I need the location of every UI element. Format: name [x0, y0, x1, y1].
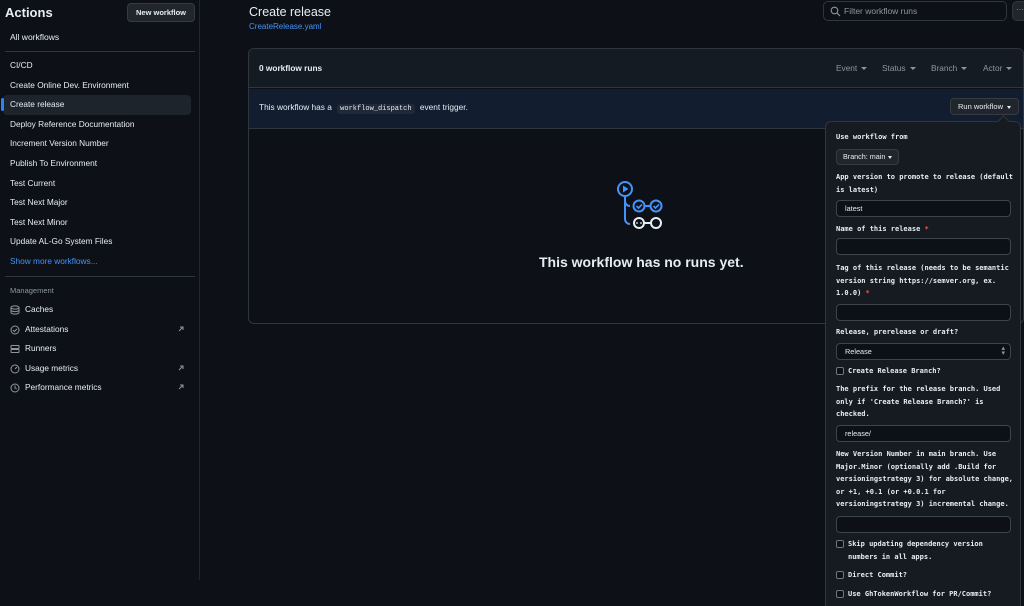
- sidebar-item-test-next-major[interactable]: Test Next Major: [3, 193, 191, 213]
- runs-header: 0 workflow runs Event Status Branch Acto…: [249, 49, 1023, 88]
- checkbox-box[interactable]: [836, 590, 844, 598]
- skip-update-dependencies-label: Skip updating dependency version numbers…: [848, 540, 983, 561]
- required-mark: *: [924, 225, 929, 233]
- sidebar-divider: [5, 276, 195, 277]
- branch-prefix-label: The prefix for the release branch. Used …: [836, 385, 1001, 419]
- checkbox-box[interactable]: [836, 540, 844, 548]
- management-heading: Management: [10, 286, 54, 295]
- database-icon: [10, 305, 20, 315]
- show-more-workflows-link[interactable]: Show more workflows...: [3, 252, 191, 272]
- sidebar-item-attestations[interactable]: Attestations: [3, 320, 191, 340]
- dispatch-message: This workflow has a workflow_dispatch ev…: [259, 102, 468, 114]
- external-link-icon: [178, 365, 184, 371]
- direct-commit-label: Direct Commit?: [848, 571, 908, 579]
- event-filter-dropdown[interactable]: Event: [836, 63, 867, 73]
- status-filter-dropdown[interactable]: Status: [882, 63, 916, 73]
- release-name-label: Name of this release *: [836, 223, 1014, 236]
- sidebar-item-caches[interactable]: Caches: [3, 300, 191, 320]
- skip-update-dependencies-checkbox[interactable]: Skip updating dependency version numbers…: [836, 538, 1014, 563]
- run-workflow-button[interactable]: Run workflow: [950, 98, 1020, 115]
- sidebar-item-label: Attestations: [25, 323, 69, 334]
- chevron-down-icon: [1007, 105, 1012, 109]
- sidebar-item-update-al-go-system-files[interactable]: Update AL-Go System Files: [3, 232, 191, 252]
- app-version-label: App version to promote to release (defau…: [836, 173, 1014, 194]
- branch-select-button[interactable]: Branch: main: [836, 149, 900, 165]
- required-mark: *: [865, 289, 870, 298]
- filter-workflow-runs-input[interactable]: Filter workflow runs: [823, 1, 1007, 21]
- search-icon: [830, 6, 841, 17]
- workflow-file-link[interactable]: CreateRelease.yaml: [249, 22, 321, 31]
- check-circle-icon: [10, 325, 20, 335]
- sidebar-item-test-current[interactable]: Test Current: [3, 174, 191, 194]
- sidebar-item-usage-metrics[interactable]: Usage metrics: [3, 359, 191, 379]
- create-release-branch-label: Create Release Branch?: [848, 367, 941, 375]
- select-arrows-icon: ▴ ▾: [1001, 345, 1005, 357]
- release-type-value: Release: [845, 347, 872, 356]
- branch-select-label: Branch: main: [843, 152, 886, 161]
- page-title: Create release: [249, 5, 331, 19]
- sidebar-title: Actions: [5, 5, 53, 20]
- sidebar-item-publish-to-environment[interactable]: Publish To Environment: [3, 154, 191, 174]
- run-workflow-panel: Use workflow from Branch: main App versi…: [825, 121, 1021, 606]
- release-type-label: Release, prerelease or draft?: [836, 328, 959, 336]
- new-version-label: New Version Number in main branch. Use M…: [836, 450, 1014, 509]
- sidebar-header: Actions New workflow: [5, 3, 195, 23]
- release-name-input[interactable]: [836, 238, 1011, 255]
- new-workflow-button[interactable]: New workflow: [126, 3, 195, 22]
- checkbox-box[interactable]: [836, 367, 844, 375]
- branch-filter-dropdown[interactable]: Branch: [931, 63, 967, 73]
- workflow-illustration-icon: [617, 181, 663, 229]
- app-version-input[interactable]: latest: [836, 200, 1011, 217]
- release-type-select[interactable]: Release ▴ ▾: [836, 343, 1011, 360]
- run-workflow-label: Run workflow: [958, 102, 1004, 111]
- sidebar-item-increment-version-number[interactable]: Increment Version Number: [3, 134, 191, 154]
- external-link-icon: [178, 384, 184, 390]
- clock-icon: [10, 383, 20, 393]
- more-options-button[interactable]: ···: [1012, 1, 1024, 21]
- actor-filter-dropdown[interactable]: Actor: [983, 63, 1012, 73]
- server-icon: [10, 345, 20, 354]
- release-tag-label: Tag of this release (needs to be semanti…: [836, 262, 1014, 300]
- gauge-icon: [10, 364, 20, 374]
- new-version-input[interactable]: [836, 516, 1011, 533]
- sidebar-item-deploy-reference-documentation[interactable]: Deploy Reference Documentation: [3, 115, 191, 135]
- sidebar-item-test-next-minor[interactable]: Test Next Minor: [3, 213, 191, 233]
- sidebar-item-create-online-dev-environment[interactable]: Create Online Dev. Environment: [3, 76, 191, 96]
- dispatch-event-code: workflow_dispatch: [337, 104, 415, 114]
- branch-prefix-input[interactable]: release/: [836, 425, 1011, 442]
- ghtoken-workflow-checkbox[interactable]: Use GhTokenWorkflow for PR/Commit?: [836, 588, 1014, 601]
- sidebar-item-create-release[interactable]: Create release: [1, 95, 191, 115]
- direct-commit-checkbox[interactable]: Direct Commit?: [836, 569, 1014, 582]
- sidebar-item-ci-cd[interactable]: CI/CD: [3, 56, 191, 76]
- sidebar-item-performance-metrics[interactable]: Performance metrics: [3, 378, 191, 398]
- checkbox-box[interactable]: [836, 571, 844, 579]
- use-workflow-from-label: Use workflow from: [836, 133, 908, 141]
- workflow-runs-count: 0 workflow runs: [259, 63, 323, 73]
- sidebar-item-label: Runners: [25, 343, 57, 354]
- sidebar: Actions New workflow All workflows CI/CD…: [0, 0, 200, 580]
- release-tag-input[interactable]: [836, 304, 1011, 321]
- sidebar-divider: [5, 51, 195, 52]
- sidebar-item-runners[interactable]: Runners: [3, 339, 191, 359]
- sidebar-item-label: Caches: [25, 304, 54, 314]
- ghtoken-workflow-label: Use GhTokenWorkflow for PR/Commit?: [848, 590, 992, 598]
- all-workflows-link[interactable]: All workflows: [10, 32, 59, 42]
- release-name-label-text: Name of this release: [836, 225, 921, 233]
- external-link-icon: [178, 326, 184, 331]
- filter-placeholder: Filter workflow runs: [844, 6, 918, 16]
- dispatch-prefix: This workflow has a: [259, 102, 332, 112]
- sidebar-item-label: Performance metrics: [25, 382, 102, 393]
- chevron-down-icon: [888, 155, 893, 159]
- release-tag-label-text: Tag of this release (needs to be semanti…: [836, 264, 1009, 298]
- workflow-list: CI/CD Create Online Dev. Environment Cre…: [1, 56, 191, 272]
- create-release-branch-checkbox[interactable]: Create Release Branch?: [836, 365, 1014, 378]
- management-list: Caches Attestations Runners Usage metric…: [3, 300, 191, 398]
- empty-state-title: This workflow has no runs yet.: [539, 254, 744, 270]
- dispatch-suffix: event trigger.: [419, 102, 468, 112]
- sidebar-item-label: Usage metrics: [25, 362, 79, 373]
